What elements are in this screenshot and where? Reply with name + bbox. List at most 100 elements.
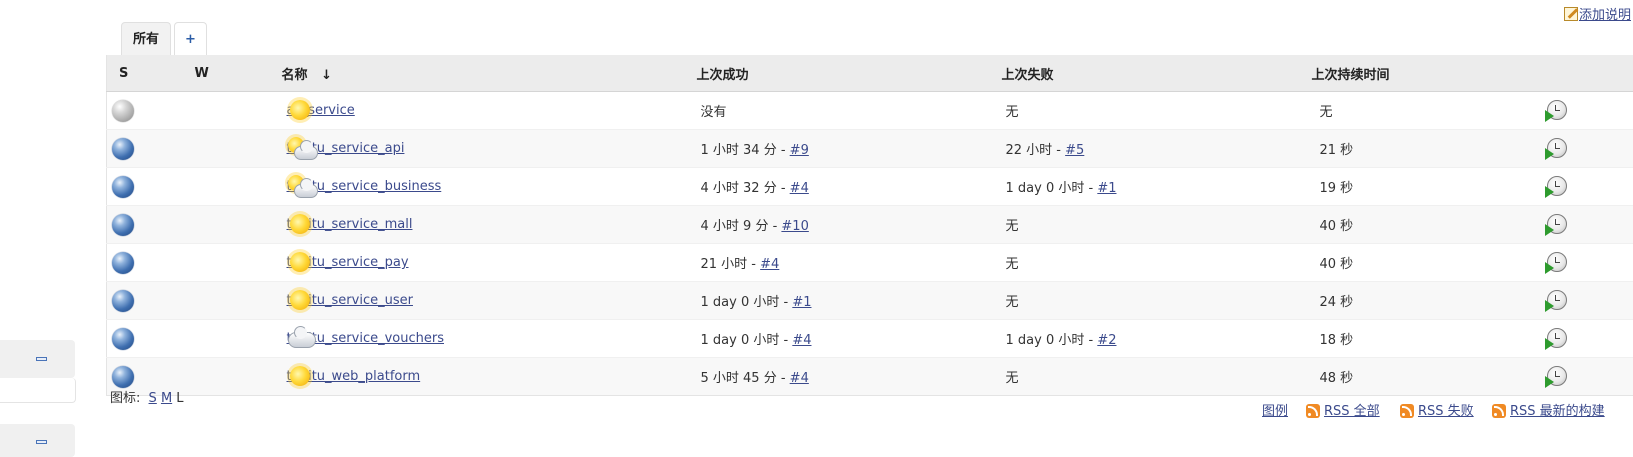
cloudy-icon[interactable]	[286, 325, 316, 352]
sunny-icon[interactable]	[286, 364, 316, 390]
table-row: tubitu_service_business 4 小时 32 分 - #4 1…	[106, 167, 1633, 206]
table-row: tubitu_service_user 1 day 0 小时 - #1 无 24…	[106, 281, 1633, 320]
table-row: tubitu_service_mall 4 小时 9 分 - #10 无 40 …	[106, 205, 1633, 244]
build-link[interactable]: #4	[790, 181, 809, 196]
table-header-row: S W 名称 ↓ 上次成功 上次失败 上次持续时间	[106, 55, 1633, 92]
last-failure-text: 1 day 0 小时 -	[1005, 181, 1098, 196]
sunny-icon[interactable]	[286, 98, 316, 124]
schedule-build-icon[interactable]	[1544, 327, 1567, 350]
sunny-icon[interactable]	[286, 212, 316, 238]
blue-ball-icon[interactable]	[112, 213, 134, 236]
build-link[interactable]: #10	[781, 219, 808, 234]
blue-ball-icon[interactable]	[112, 365, 134, 388]
last-failure-text: 无	[1005, 105, 1019, 120]
build-link[interactable]: #1	[792, 295, 811, 310]
blue-ball-icon[interactable]	[112, 289, 134, 312]
build-link[interactable]: #5	[1065, 143, 1084, 158]
build-link[interactable]: #1	[1097, 181, 1116, 196]
projects-table: S W 名称 ↓ 上次成功 上次失败 上次持续时间 all_service 没有…	[106, 55, 1633, 396]
add-description[interactable]: 添加说明	[1564, 4, 1631, 23]
table-row: tubitu_web_platform 5 小时 45 分 - #4 无 48 …	[106, 357, 1633, 396]
schedule-build-icon[interactable]	[1544, 99, 1567, 122]
last-failure-text: 无	[1005, 295, 1019, 310]
legend-link[interactable]: 图例	[1262, 400, 1288, 419]
schedule-build-icon[interactable]	[1544, 289, 1567, 312]
column-header-last-duration[interactable]: 上次持续时间	[1311, 55, 1542, 92]
add-description-link[interactable]: 添加说明	[1579, 8, 1631, 23]
rss-icon	[1306, 404, 1320, 418]
rss-latest-link[interactable]: RSS 最新的构建	[1510, 404, 1605, 419]
blue-ball-icon[interactable]	[112, 327, 134, 350]
last-success-text: 1 day 0 小时 -	[700, 333, 793, 348]
icon-size-label: 图标:	[110, 391, 141, 406]
table-row: tubitu_service_pay 21 小时 - #4 无 40 秒	[106, 243, 1633, 282]
executor-panel-header	[0, 424, 75, 457]
rss-failures[interactable]: RSS 失败	[1400, 400, 1474, 419]
column-header-last-success[interactable]: 上次成功	[696, 55, 1002, 92]
sunny-icon[interactable]	[286, 250, 316, 276]
last-failure-text: 无	[1005, 257, 1019, 272]
schedule-build-icon[interactable]	[1544, 213, 1567, 236]
column-header-status[interactable]: S	[106, 55, 194, 92]
grey-ball-icon[interactable]	[112, 99, 134, 122]
last-duration-text: 18 秒	[1319, 333, 1354, 348]
last-success-text: 4 小时 9 分 -	[700, 219, 782, 234]
last-duration-text: 24 秒	[1319, 295, 1354, 310]
blue-ball-icon[interactable]	[112, 251, 134, 274]
rss-latest[interactable]: RSS 最新的构建	[1492, 400, 1605, 419]
last-duration-text: 无	[1319, 105, 1333, 120]
last-duration-text: 40 秒	[1319, 257, 1354, 272]
column-header-actions	[1541, 55, 1633, 92]
table-row: tubitu_service_vouchers 1 day 0 小时 - #4 …	[106, 319, 1633, 358]
rss-failures-link[interactable]: RSS 失败	[1418, 404, 1474, 419]
last-duration-text: 48 秒	[1319, 371, 1354, 386]
last-failure-text: 无	[1005, 371, 1019, 386]
blue-ball-icon[interactable]	[112, 175, 134, 198]
schedule-build-icon[interactable]	[1544, 137, 1567, 160]
column-header-name[interactable]: 名称 ↓	[281, 55, 697, 92]
tab-all[interactable]: 所有	[121, 22, 172, 55]
last-duration-text: 19 秒	[1319, 181, 1354, 196]
last-success-text: 21 小时 -	[700, 257, 761, 272]
last-duration-text: 21 秒	[1319, 143, 1354, 158]
column-header-last-failure[interactable]: 上次失败	[1001, 55, 1312, 92]
build-link[interactable]: #2	[1097, 333, 1116, 348]
collapse-icon[interactable]	[36, 357, 47, 361]
view-tabs: 所有 +	[121, 22, 210, 55]
last-failure-text: 1 day 0 小时 -	[1005, 333, 1098, 348]
partly-cloudy-icon[interactable]	[286, 136, 318, 162]
edit-icon	[1564, 7, 1578, 21]
icon-size-small[interactable]: S	[149, 391, 157, 406]
last-success-text: 5 小时 45 分 -	[700, 371, 790, 386]
icon-size-large: L	[176, 391, 184, 406]
build-queue-panel-body	[0, 378, 76, 403]
table-row: tubitu_service_api 1 小时 34 分 - #9 22 小时 …	[106, 129, 1633, 168]
schedule-build-icon[interactable]	[1544, 251, 1567, 274]
last-success-text: 1 小时 34 分 -	[700, 143, 790, 158]
last-success-text: 1 day 0 小时 -	[700, 295, 793, 310]
icon-size-selector: 图标: S M L	[110, 387, 184, 406]
icon-size-medium[interactable]: M	[161, 391, 172, 406]
rss-all[interactable]: RSS 全部	[1306, 400, 1380, 419]
column-header-weather[interactable]: W	[193, 55, 282, 92]
blue-ball-icon[interactable]	[112, 137, 134, 160]
rss-icon	[1400, 404, 1414, 418]
rss-icon	[1492, 404, 1506, 418]
last-failure-text: 22 小时 -	[1005, 143, 1066, 158]
build-link[interactable]: #4	[760, 257, 779, 272]
sunny-icon[interactable]	[286, 288, 316, 314]
collapse-icon[interactable]	[36, 440, 47, 444]
build-link[interactable]: #4	[790, 371, 809, 386]
last-success-text: 4 小时 32 分 -	[700, 181, 790, 196]
partly-cloudy-icon[interactable]	[286, 174, 318, 200]
tab-add-view[interactable]: +	[174, 22, 207, 55]
rss-all-link[interactable]: RSS 全部	[1324, 404, 1380, 419]
last-success-text: 没有	[700, 105, 727, 120]
build-link[interactable]: #4	[792, 333, 811, 348]
schedule-build-icon[interactable]	[1544, 175, 1567, 198]
last-duration-text: 40 秒	[1319, 219, 1354, 234]
build-link[interactable]: #9	[790, 143, 809, 158]
schedule-build-icon[interactable]	[1544, 365, 1567, 388]
build-queue-panel-header	[0, 340, 75, 378]
last-failure-text: 无	[1005, 219, 1019, 234]
